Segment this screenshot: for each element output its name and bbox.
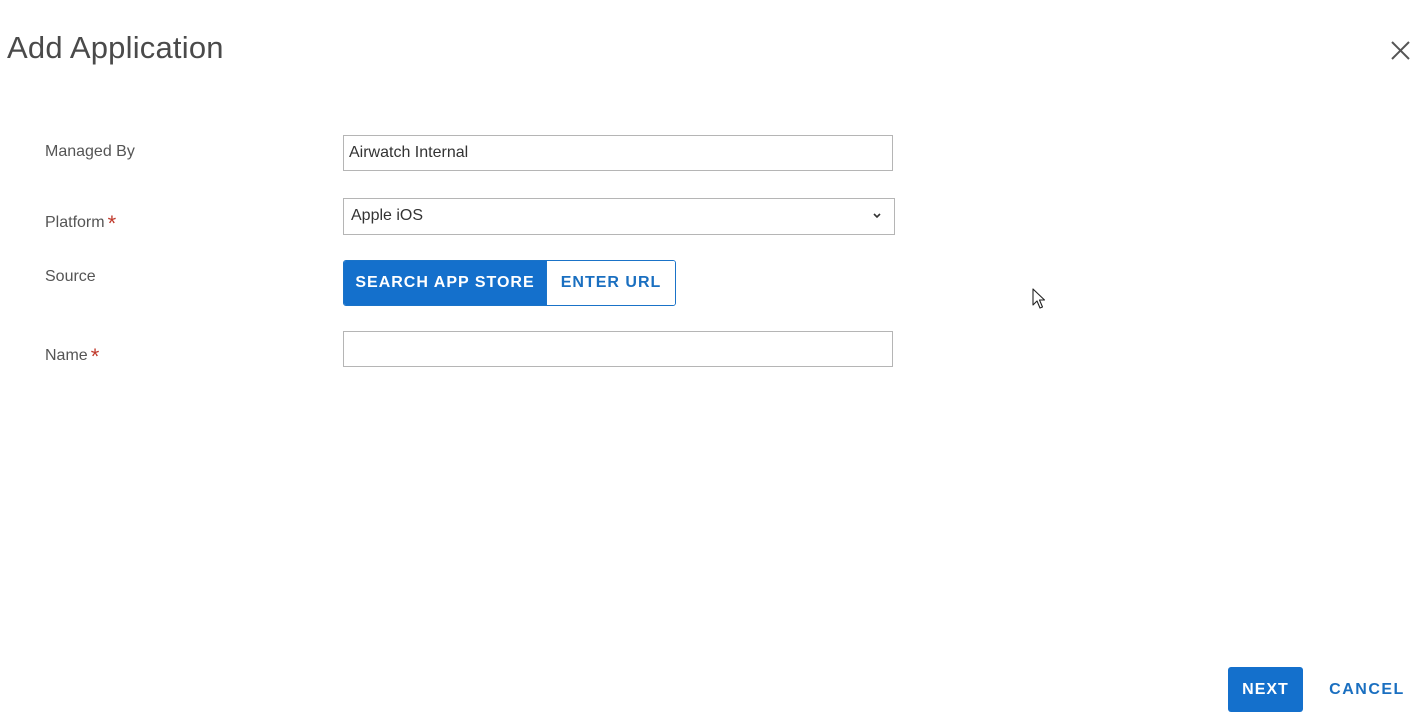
close-icon <box>1391 41 1410 60</box>
source-label: Source <box>45 268 96 286</box>
add-application-dialog: Add Application Managed By Platform* App… <box>0 0 1417 720</box>
source-label-text: Source <box>45 268 96 285</box>
platform-label-text: Platform <box>45 214 105 231</box>
name-label: Name * <box>45 340 100 369</box>
dialog-title: Add Application <box>7 30 224 65</box>
required-indicator: * <box>107 211 117 236</box>
name-label-text: Name <box>45 347 88 364</box>
mouse-pointer-icon <box>1032 288 1046 309</box>
close-button[interactable] <box>1388 38 1414 64</box>
cancel-button[interactable]: CANCEL <box>1325 667 1409 712</box>
managed-by-label-text: Managed By <box>45 143 135 160</box>
enter-url-option[interactable]: ENTER URL <box>546 261 675 305</box>
platform-selected-value: Apple iOS <box>351 207 424 224</box>
required-indicator: * <box>90 344 100 369</box>
managed-by-label: Managed By <box>45 143 135 161</box>
managed-by-field[interactable] <box>343 135 893 171</box>
platform-label: Platform * <box>45 207 117 236</box>
name-field[interactable] <box>343 331 893 367</box>
platform-select[interactable]: Apple iOS <box>343 198 895 235</box>
next-button[interactable]: NEXT <box>1228 667 1303 712</box>
chevron-down-icon <box>873 213 881 219</box>
search-app-store-option[interactable]: SEARCH APP STORE <box>344 261 546 305</box>
source-toggle: SEARCH APP STORE ENTER URL <box>343 260 676 306</box>
